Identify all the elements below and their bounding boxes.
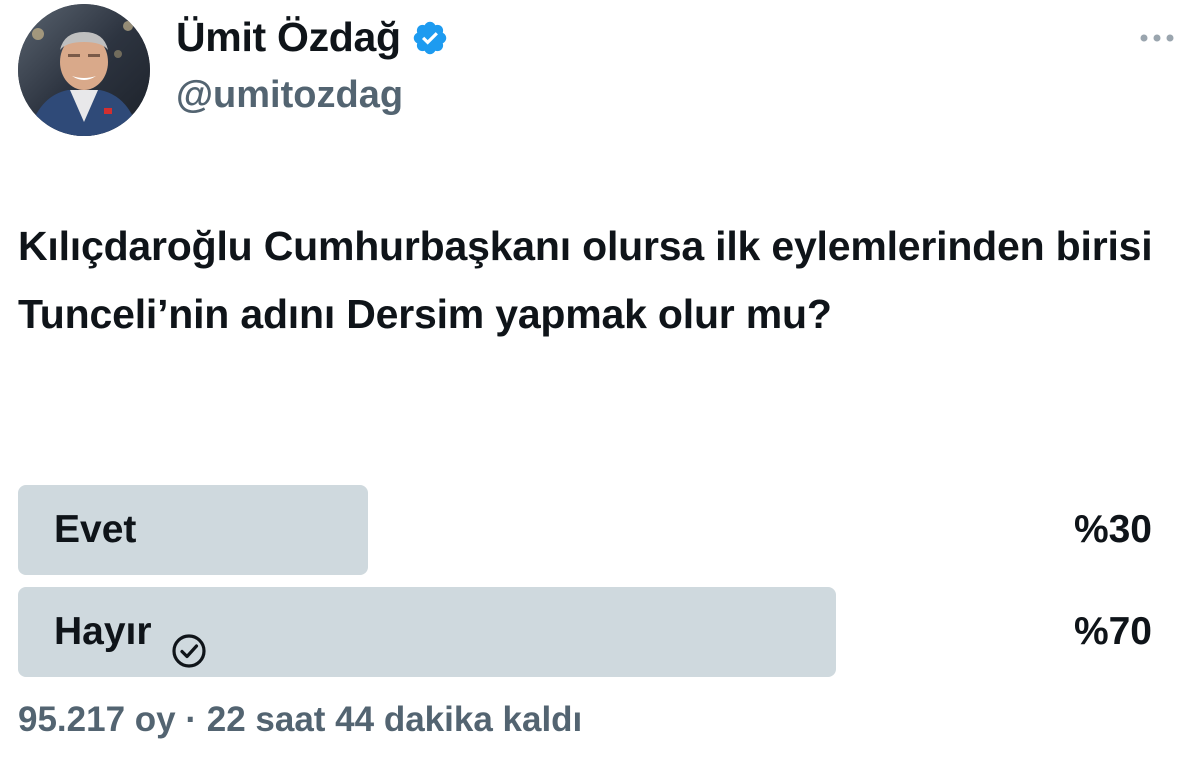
poll-meta-separator: · <box>185 700 198 739</box>
author-name[interactable]: Ümit Özdağ <box>176 14 449 61</box>
more-horizontal-icon[interactable] <box>1138 28 1177 48</box>
poll-option-label-text: Hayır <box>54 610 152 653</box>
poll-option-label: Hayır <box>54 587 208 677</box>
poll-vote-count: 95.217 oy <box>18 700 176 739</box>
avatar-photo <box>18 4 150 136</box>
check-circle-icon <box>170 613 208 668</box>
poll-option-percent: %30 <box>1073 508 1152 551</box>
poll-option-label: Evet <box>54 485 136 575</box>
poll-option-hayir[interactable]: Hayır %70 <box>18 587 1158 677</box>
avatar[interactable] <box>18 4 150 136</box>
author-name-text: Ümit Özdağ <box>176 14 401 60</box>
poll-option-label-text: Evet <box>54 508 137 551</box>
poll-option-evet[interactable]: Evet %30 <box>18 485 1158 575</box>
tweet-text: Kılıçdaroğlu Cumhurbaşkanı olursa ilk ey… <box>18 223 1153 337</box>
poll-meta: 95.217 oy · 22 saat 44 dakika kaldı <box>18 700 582 740</box>
author-handle[interactable]: @umitozdag <box>176 74 403 117</box>
poll: Evet %30 Hayır %70 <box>18 485 1158 689</box>
poll-option-percent: %70 <box>1073 610 1152 653</box>
poll-time-left: 22 saat 44 dakika kaldı <box>206 700 583 739</box>
verified-badge-icon <box>411 19 449 57</box>
